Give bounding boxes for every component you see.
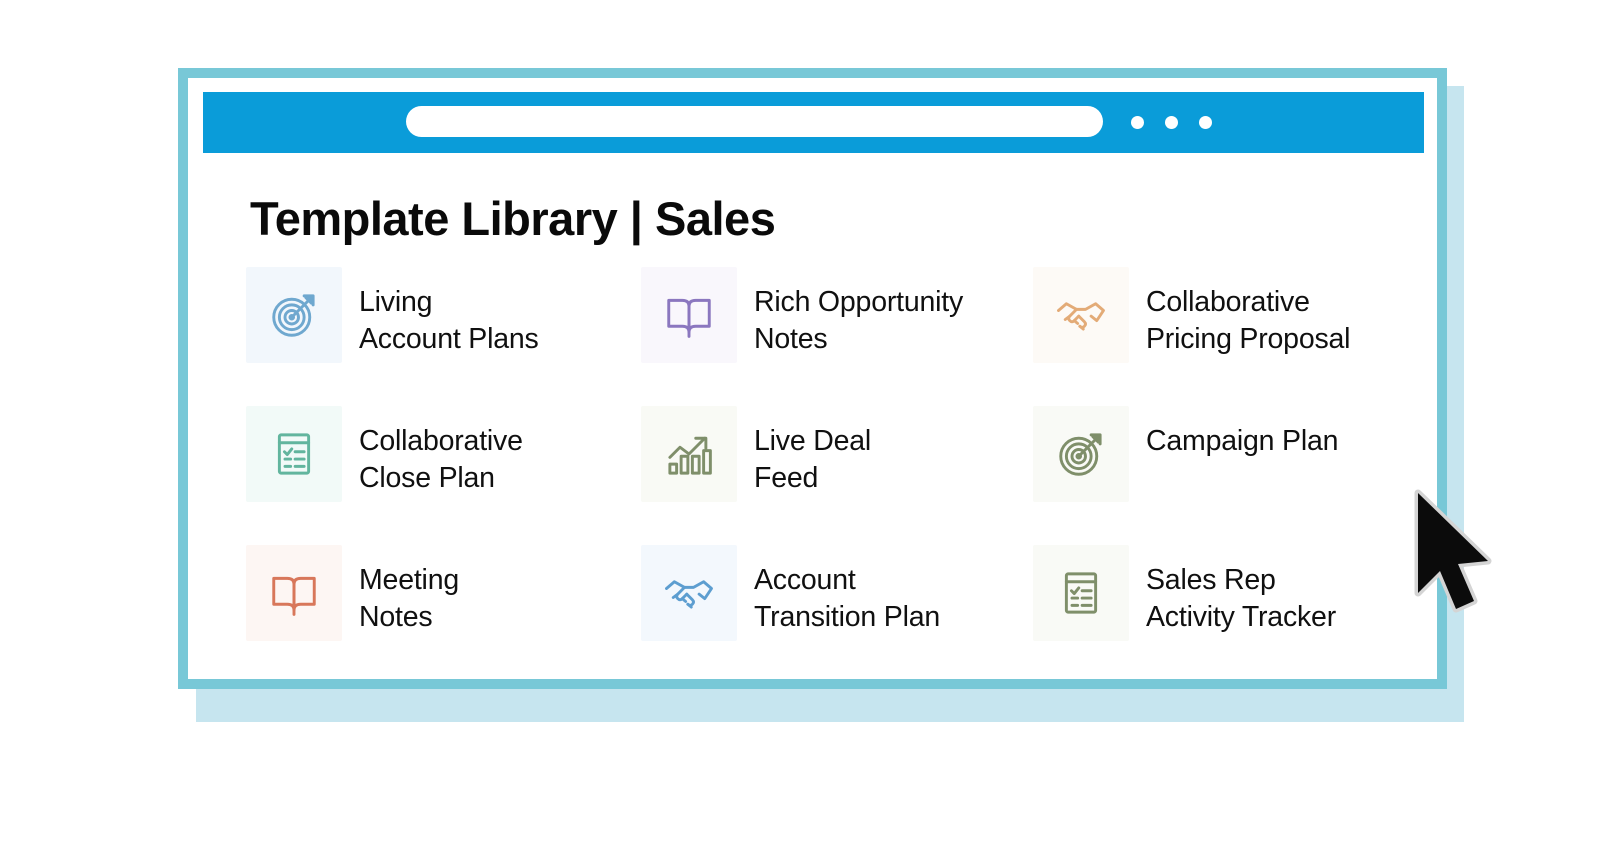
template-item[interactable]: Collaborative Pricing Proposal: [1033, 267, 1426, 406]
template-item-label: Meeting Notes: [359, 564, 459, 633]
checklist-icon-tile: [246, 406, 342, 502]
target-icon: [1059, 433, 1102, 476]
template-grid: Living Account Plans Rich Opportunity Not…: [246, 267, 1426, 684]
template-item-label: Living Account Plans: [359, 286, 539, 355]
template-item[interactable]: Rich Opportunity Notes: [641, 267, 1033, 406]
growth-chart-icon: [668, 436, 712, 475]
template-item-label: Collaborative Pricing Proposal: [1146, 286, 1351, 355]
template-item[interactable]: Campaign Plan: [1033, 406, 1426, 545]
template-item[interactable]: Living Account Plans: [246, 267, 641, 406]
url-address-bar[interactable]: [406, 106, 1103, 137]
target-icon: [272, 294, 315, 337]
open-book-icon-tile: [641, 267, 737, 363]
page-title: Template Library | Sales: [250, 192, 776, 245]
template-item[interactable]: Sales Rep Activity Tracker: [1033, 545, 1426, 684]
browser-menu-dots[interactable]: [1131, 116, 1212, 129]
template-item-label: Sales Rep Activity Tracker: [1146, 564, 1336, 633]
handshake-icon-tile: [1033, 267, 1129, 363]
template-item[interactable]: Meeting Notes: [246, 545, 641, 684]
menu-dot-1: [1131, 116, 1144, 129]
target-icon-tile: [1033, 406, 1129, 502]
template-item[interactable]: Account Transition Plan: [641, 545, 1033, 684]
screenshot-root: Template Library | Sales Living Account …: [0, 0, 1600, 841]
open-book-icon-tile: [246, 545, 342, 641]
growth-chart-icon-tile: [641, 406, 737, 502]
checklist-icon: [277, 433, 311, 475]
open-book-icon: [272, 576, 316, 616]
template-item-label: Rich Opportunity Notes: [754, 286, 964, 355]
handshake-icon-tile: [641, 545, 737, 641]
template-item-label: Collaborative Close Plan: [359, 425, 523, 494]
template-item[interactable]: Live Deal Feed: [641, 406, 1033, 545]
handshake-icon: [665, 580, 713, 609]
browser-window: Template Library | Sales Living Account …: [178, 68, 1447, 689]
template-item-label: Account Transition Plan: [754, 564, 941, 633]
menu-dot-3: [1199, 116, 1212, 129]
browser-chrome-bar: [203, 92, 1424, 153]
template-item-label: Live Deal Feed: [754, 425, 872, 494]
target-icon-tile: [246, 267, 342, 363]
menu-dot-2: [1165, 116, 1178, 129]
handshake-icon: [1057, 302, 1105, 331]
page-content: Template Library | Sales Living Account …: [188, 153, 1437, 679]
template-item[interactable]: Collaborative Close Plan: [246, 406, 641, 545]
template-item-label: Campaign Plan: [1146, 425, 1339, 457]
checklist-icon-tile: [1033, 545, 1129, 641]
open-book-icon: [667, 298, 711, 338]
checklist-icon: [1064, 572, 1098, 614]
